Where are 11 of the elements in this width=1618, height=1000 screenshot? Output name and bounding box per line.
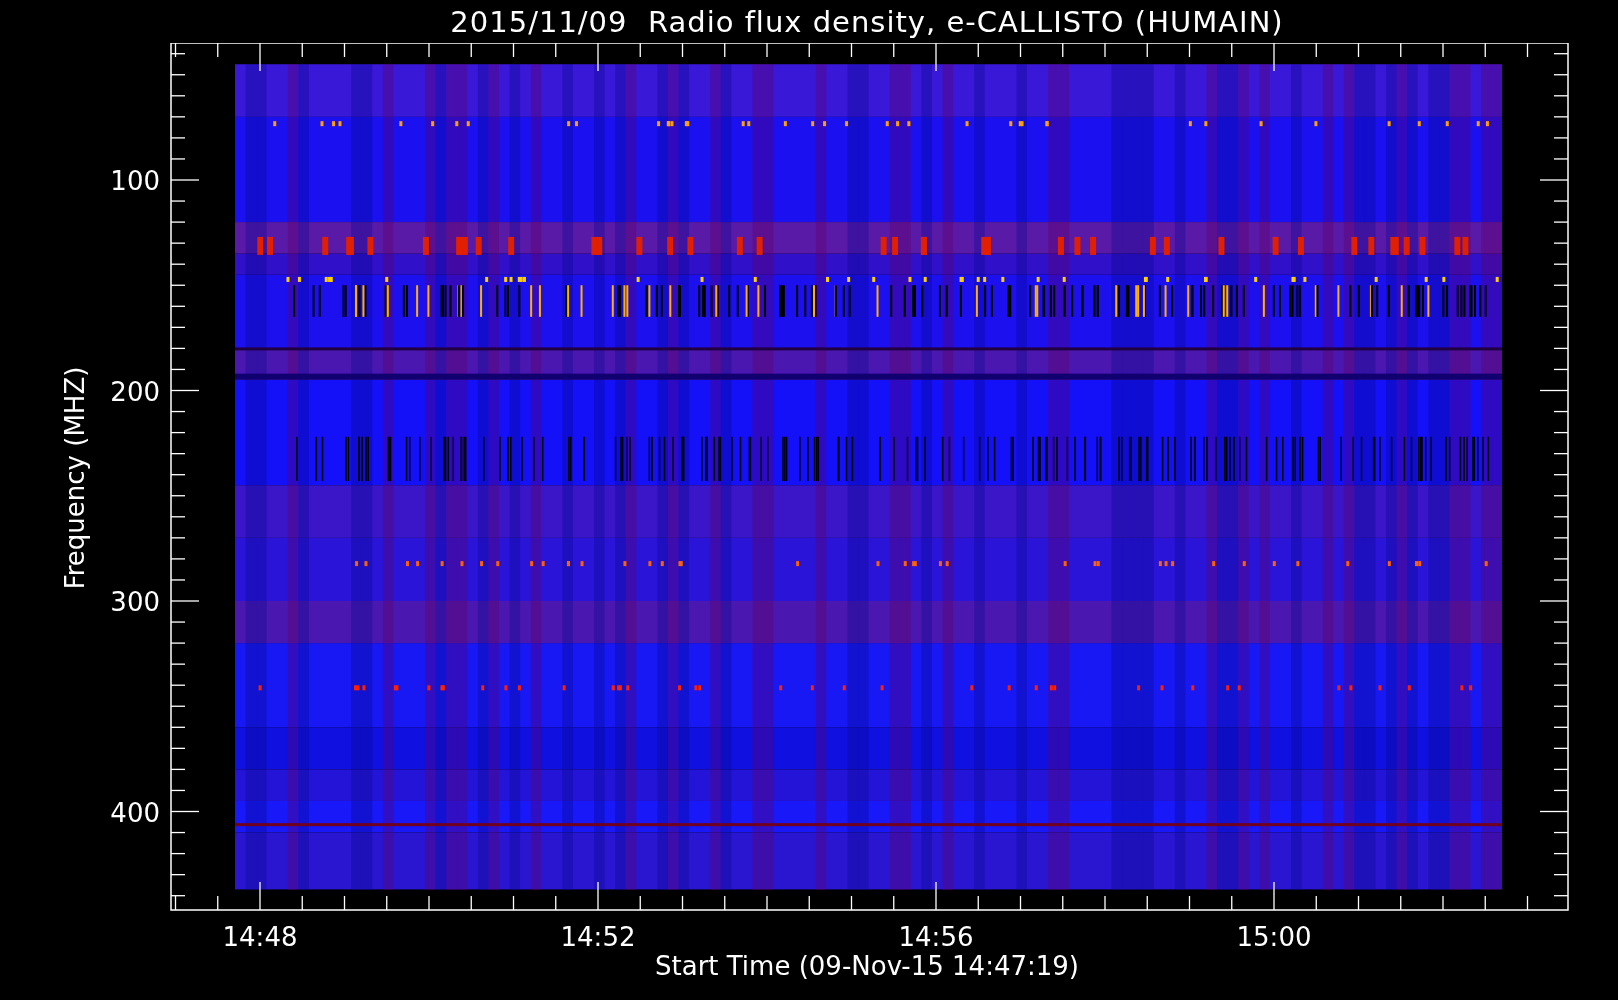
axis-label: Start Time (09-Nov-15 14:47:19) (655, 951, 1079, 981)
tick-label: 100 (110, 166, 160, 196)
tick-label: 15:00 (1236, 922, 1312, 952)
plot-title: 2015/11/09 Radio flux density, e-CALLISTO (HUMAIN) (450, 4, 1284, 39)
tick-label: 400 (110, 797, 160, 828)
tick-label: 14:48 (222, 922, 298, 952)
tick-label: 300 (110, 587, 160, 617)
tick-label: 200 (110, 376, 160, 407)
tick-label: 14:56 (898, 922, 974, 952)
tick-label: 14:52 (560, 922, 636, 952)
axis-label: Frequency (MHZ) (60, 366, 90, 590)
